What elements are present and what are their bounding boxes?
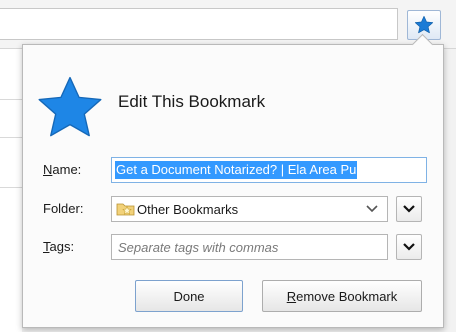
name-label: Name: (43, 162, 82, 177)
name-input[interactable]: Get a Document Notarized? | Ela Area Pu (111, 157, 427, 183)
star-icon (38, 76, 102, 137)
chevron-down-icon (403, 205, 415, 213)
remove-bookmark-button[interactable]: Remove Bookmark (262, 280, 422, 312)
folder-value: Other Bookmarks (137, 201, 239, 217)
folder-star-icon (116, 203, 135, 216)
tags-placeholder: Separate tags with commas (118, 239, 279, 255)
done-button[interactable]: Done (135, 280, 243, 312)
folder-label: Folder: (43, 201, 84, 216)
browser-toolbar (0, 0, 456, 49)
tags-input[interactable]: Separate tags with commas (111, 234, 388, 260)
divider (0, 137, 22, 138)
divider (0, 187, 22, 188)
background-page (0, 49, 22, 332)
name-value: Get a Document Notarized? | Ela Area Pu (115, 161, 358, 179)
folder-tree-expander-button[interactable] (396, 196, 422, 222)
star-icon (414, 15, 434, 34)
panel-title: Edit This Bookmark (118, 92, 266, 111)
divider (0, 99, 22, 100)
tags-list-expander-button[interactable] (396, 234, 422, 260)
chevron-down-icon (403, 243, 415, 251)
folder-select[interactable]: Other Bookmarks (111, 196, 388, 222)
tags-label: Tags: (43, 239, 75, 254)
url-bar[interactable] (0, 8, 398, 40)
chevron-down-icon (366, 205, 378, 213)
